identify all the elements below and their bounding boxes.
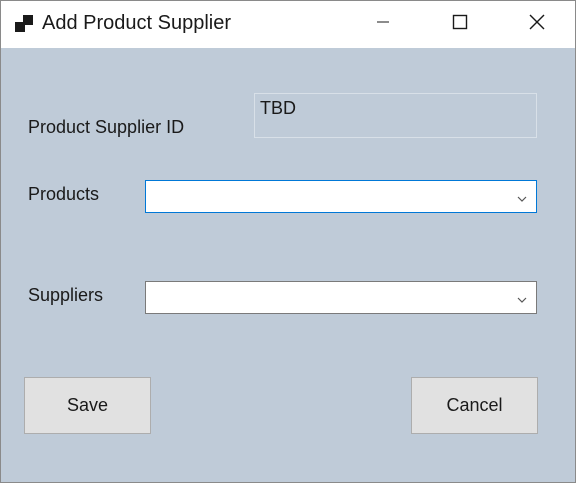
product-supplier-id-value: TBD xyxy=(260,98,296,118)
suppliers-label: Suppliers xyxy=(28,285,104,305)
minimize-icon xyxy=(376,15,390,34)
add-product-supplier-window: Add Product Supplier Product Supplier ID… xyxy=(0,0,576,483)
suppliers-combobox[interactable] xyxy=(145,281,537,314)
cancel-button[interactable]: Cancel xyxy=(411,377,538,434)
products-combobox[interactable] xyxy=(145,180,537,213)
product-supplier-id-label: Product Supplier ID xyxy=(28,117,185,137)
save-button[interactable]: Save xyxy=(24,377,151,434)
product-supplier-id-field: TBD xyxy=(254,93,537,138)
close-icon xyxy=(529,14,545,35)
title-bar[interactable]: Add Product Supplier xyxy=(1,1,575,48)
chevron-down-icon[interactable] xyxy=(517,191,527,202)
minimize-button[interactable] xyxy=(360,1,406,48)
cancel-button-label: Cancel xyxy=(446,395,503,415)
window-app-icon xyxy=(14,14,34,34)
chevron-down-icon[interactable] xyxy=(517,292,527,303)
products-label: Products xyxy=(28,184,100,204)
maximize-icon xyxy=(452,14,468,35)
close-button[interactable] xyxy=(514,1,560,48)
save-button-label: Save xyxy=(66,395,109,415)
maximize-button[interactable] xyxy=(437,1,483,48)
window-title: Add Product Supplier xyxy=(42,12,232,34)
